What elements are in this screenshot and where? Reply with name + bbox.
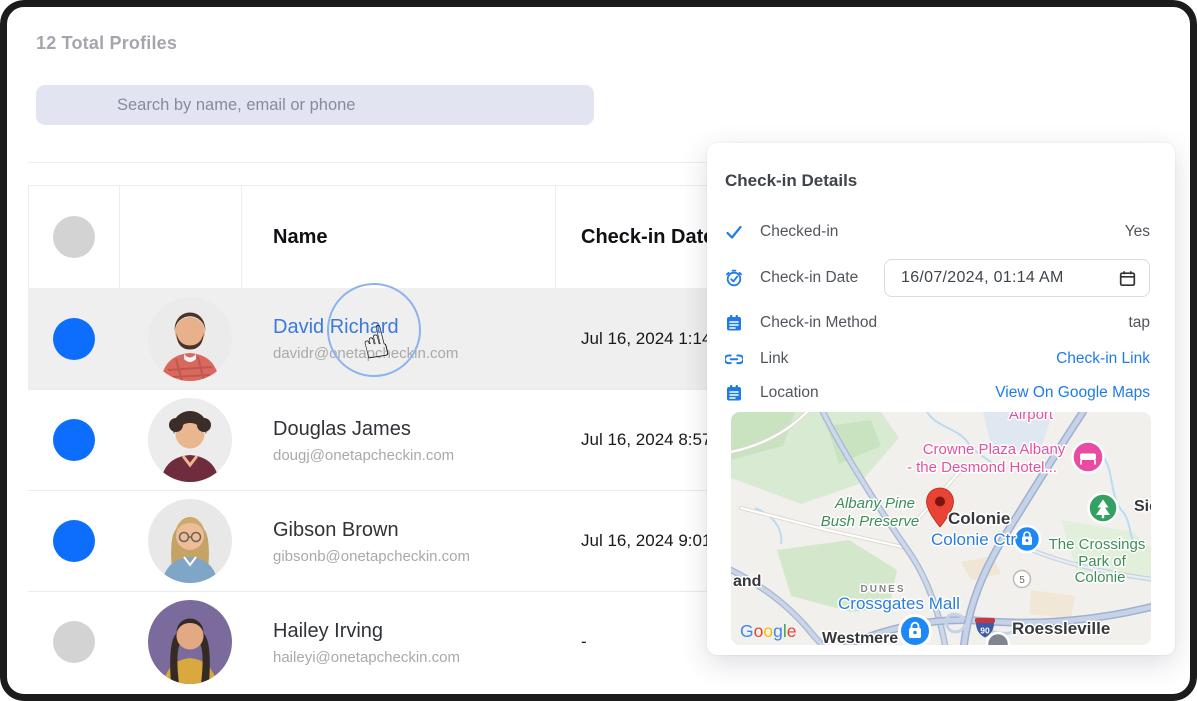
park-poi-icon[interactable] — [1089, 494, 1118, 523]
select-all-circle[interactable] — [53, 216, 95, 258]
column-header-name: Name — [273, 226, 327, 249]
profile-name-link[interactable]: Hailey Irving — [273, 619, 556, 643]
check-icon — [725, 223, 743, 241]
mall-poi-icon[interactable] — [900, 616, 931, 646]
detail-label: Check-in Method — [760, 314, 877, 332]
map-label-westmere: Westmere — [822, 630, 898, 645]
profile-email: haileyi@onetapcheckin.com — [273, 649, 556, 666]
route-5-shield: 5 — [1014, 571, 1031, 588]
hotel-poi-icon[interactable] — [1073, 442, 1104, 473]
notes-calendar-icon — [725, 314, 743, 332]
profile-email: davidr@onetapcheckin.com — [273, 345, 556, 362]
app-window: 12 Total Profiles Name Check-in Date — [0, 0, 1197, 701]
detail-row-checkin-method: Check-in Method tap — [725, 310, 1150, 336]
calendar-picker-icon[interactable] — [1119, 270, 1136, 287]
map-label-crossings: Colonie — [1075, 569, 1126, 586]
checkin-status-circle[interactable] — [53, 520, 95, 562]
avatar — [148, 499, 232, 583]
map-label-crossings: The Crossings — [1049, 536, 1146, 553]
profile-name-link[interactable]: David Richard — [273, 315, 556, 339]
total-profiles-count: 12 Total Profiles — [36, 33, 177, 54]
map-label-roessleville: Roessleville — [1012, 619, 1110, 638]
profile-name-link[interactable]: Douglas James — [273, 417, 556, 441]
map-label-guilderland-partial: and — [733, 573, 761, 590]
link-icon — [725, 350, 743, 368]
checkin-status-circle[interactable] — [53, 318, 95, 360]
map-label-hotel: Crowne Plaza Albany — [923, 441, 1066, 458]
column-header-checkin-date: Check-in Date — [581, 226, 714, 249]
map-label-crossgates: Crossgates Mall — [838, 594, 960, 613]
map-label-hotel: - the Desmond Hotel... — [907, 459, 1057, 476]
svg-text:Google: Google — [740, 621, 796, 641]
detail-label: Location — [760, 384, 819, 402]
checkin-date-value: - — [581, 632, 587, 651]
checkin-status-circle[interactable] — [53, 621, 95, 663]
map-label-crossings: Park of — [1078, 553, 1126, 570]
map-label-airport: Airport — [1009, 412, 1054, 423]
profile-name-link[interactable]: Gibson Brown — [273, 518, 556, 542]
view-on-google-maps-link[interactable]: View On Google Maps — [995, 384, 1150, 402]
map-label-preserve: Bush Preserve — [821, 513, 919, 530]
avatar — [148, 398, 232, 482]
map-label-colonie: Colonie — [948, 509, 1010, 528]
avatar — [148, 600, 232, 684]
gray-poi-icon[interactable] — [987, 633, 1009, 645]
detail-value: Yes — [1125, 223, 1150, 241]
avatar — [148, 297, 232, 381]
profile-email: gibsonb@onetapcheckin.com — [273, 548, 556, 565]
google-logo: Google — [740, 621, 796, 641]
search-input[interactable] — [36, 85, 594, 125]
notes-calendar-icon — [725, 384, 743, 402]
checkin-status-circle[interactable] — [53, 419, 95, 461]
avatar-column-header — [120, 186, 242, 288]
map-label-preserve: Albany Pine — [834, 495, 915, 512]
checkin-date-input[interactable] — [885, 260, 1149, 296]
profile-email: dougj@onetapcheckin.com — [273, 447, 556, 464]
map-label-siena-partial: Sie — [1134, 498, 1151, 515]
checkin-link[interactable]: Check-in Link — [1056, 350, 1150, 368]
detail-row-location: Location View On Google Maps — [725, 380, 1150, 406]
svg-text:90: 90 — [980, 626, 990, 636]
mall-poi-icon[interactable] — [1014, 526, 1040, 552]
checkin-details-panel: Check-in Details Checked-in Yes Check-in… — [707, 143, 1175, 655]
detail-row-checked-in: Checked-in Yes — [725, 219, 1150, 245]
google-map[interactable]: 5 90 — [731, 412, 1151, 645]
search-bar[interactable] — [36, 85, 594, 125]
map-canvas[interactable]: 5 90 — [731, 412, 1151, 645]
detail-value: tap — [1128, 314, 1150, 332]
alarm-clock-icon — [725, 269, 743, 287]
checkin-date-input-wrapper[interactable] — [884, 259, 1150, 297]
detail-row-link: Link Check-in Link — [725, 346, 1150, 372]
map-label-colonie-ctr: Colonie Ctr — [931, 530, 1016, 549]
svg-text:5: 5 — [1019, 575, 1025, 586]
detail-label: Checked-in — [760, 223, 838, 241]
panel-title: Check-in Details — [725, 171, 857, 191]
detail-row-checkin-date: Check-in Date — [725, 259, 1150, 297]
detail-label: Link — [760, 350, 788, 368]
detail-label: Check-in Date — [760, 269, 858, 287]
